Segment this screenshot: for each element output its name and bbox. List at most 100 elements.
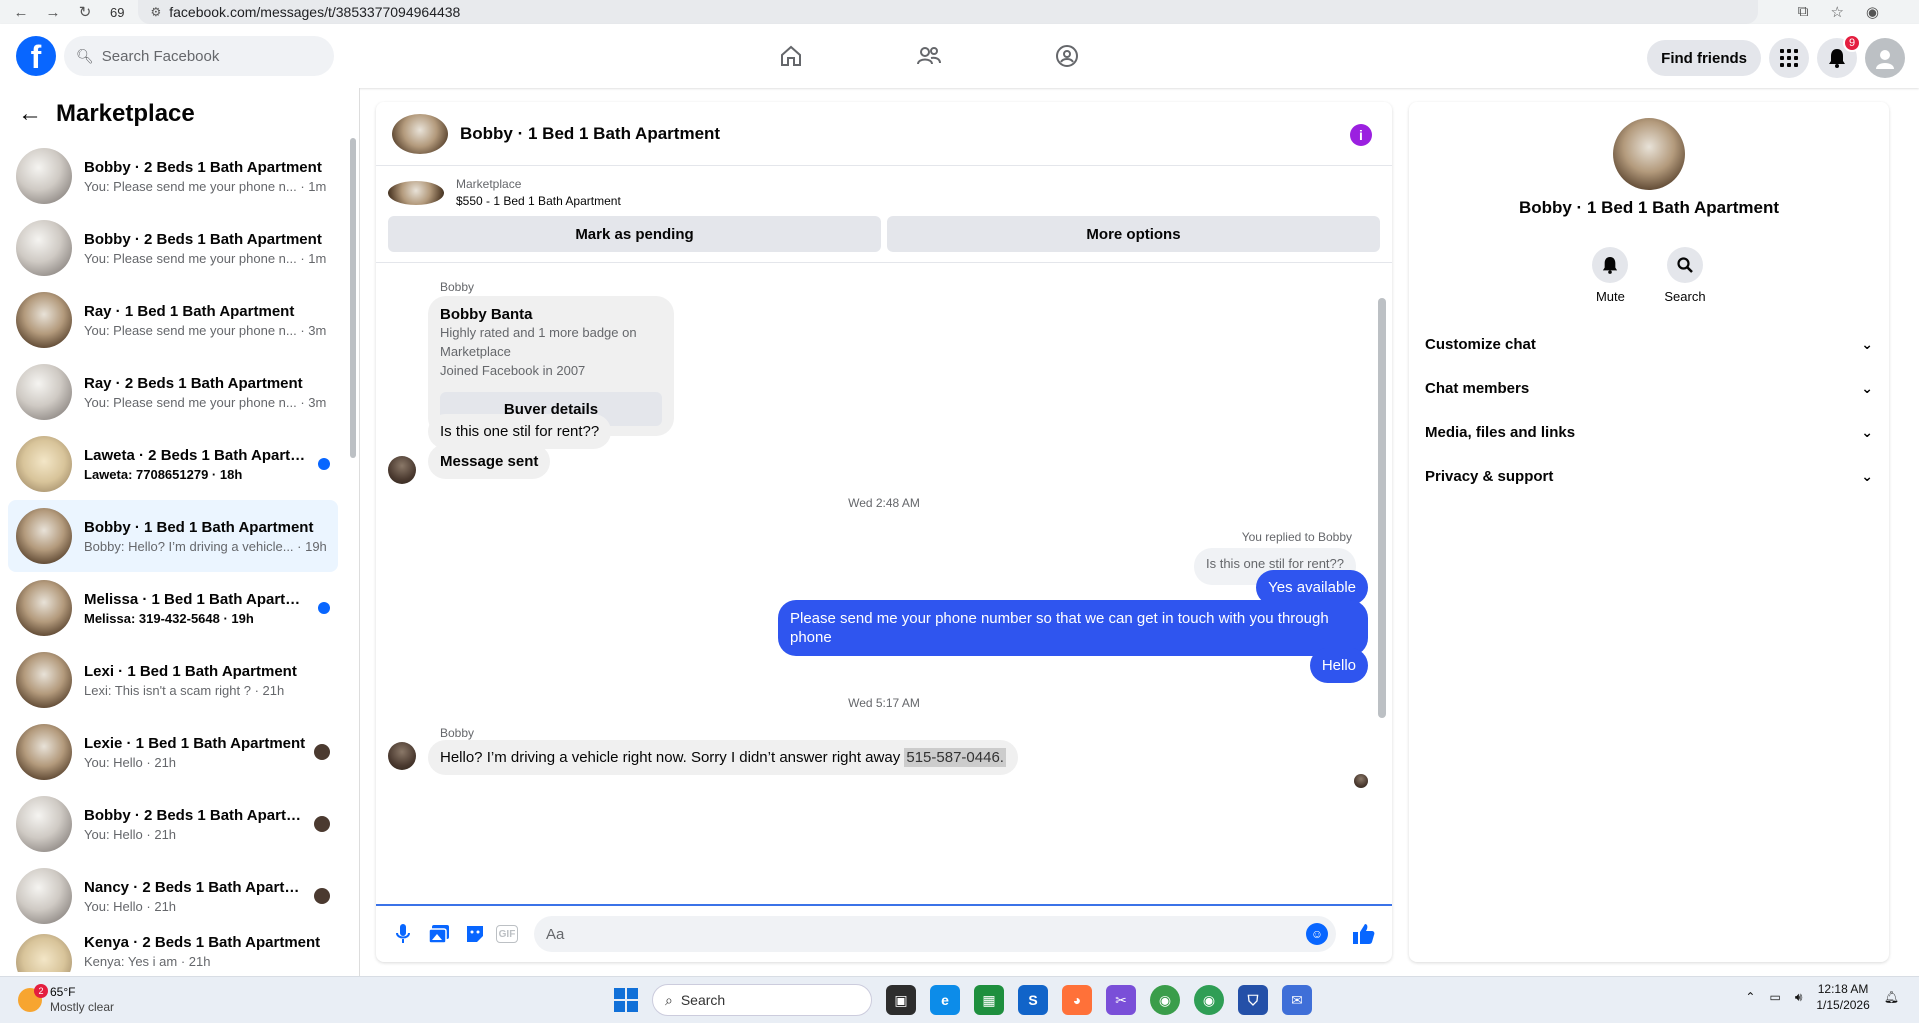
conversation-name: Bobby · 2 Beds 1 Bath Apartment [84, 230, 322, 248]
listing-thumbnail [16, 796, 72, 852]
sender-avatar[interactable] [388, 742, 416, 770]
reload-icon[interactable]: ↻ [74, 3, 96, 21]
more-options-button[interactable]: More options [887, 216, 1380, 252]
conversation-item[interactable]: Bobby · 2 Beds 1 Bath Apartm... You: Hell… [8, 788, 338, 860]
conversation-avatar[interactable] [1613, 118, 1685, 190]
menu-grid-icon[interactable] [1769, 38, 1809, 78]
clock[interactable]: 12:18 AM 1/15/2026 [1816, 981, 1869, 1013]
sidebar-scrollbar[interactable] [350, 138, 356, 458]
incoming-message[interactable]: Message sent [428, 444, 551, 479]
taskbar-search[interactable]: ⌕ Search [652, 984, 872, 1016]
conversation-item[interactable]: Laweta · 2 Beds 1 Bath Apartm... Laweta: … [8, 428, 338, 500]
install-icon[interactable]: ⧉ [1798, 3, 1809, 21]
privacy-support-section[interactable]: Privacy & support ⌄ [1425, 454, 1873, 498]
weather-sun-icon: 2 [18, 984, 48, 1012]
conversation-item[interactable]: Nancy · 2 Beds 1 Bath Apartm... You: Hell… [8, 860, 338, 932]
chrome-icon[interactable]: ◉ [1150, 985, 1180, 1015]
emoji-icon[interactable]: ☺ [1306, 923, 1328, 945]
conversation-item[interactable]: Melissa · 1 Bed 1 Bath Apartme... Melissa… [8, 572, 338, 644]
home-icon[interactable] [770, 36, 812, 76]
conversation-item-active[interactable]: Bobby · 1 Bed 1 Bath Apartment Bobby: Hel… [8, 500, 338, 572]
notification-center-icon[interactable]: 🔔︎ [1884, 990, 1899, 1004]
conversation-item[interactable]: Kenya · 2 Beds 1 Bath Apartment Kenya: Ye… [8, 932, 338, 972]
conversation-preview: Laweta: 7708651279 · 18h [84, 466, 243, 482]
outgoing-message[interactable]: Please send me your phone number so that… [778, 600, 1368, 656]
mark-as-pending-button[interactable]: Mark as pending [388, 216, 881, 252]
buyer-badge-text: Highly rated and 1 more badge on [440, 325, 637, 340]
messenger-app-icon[interactable]: ✉ [1282, 985, 1312, 1015]
thumbs-up-icon[interactable] [1346, 916, 1382, 952]
search-input[interactable]: 🔍︎ Search Facebook [64, 36, 334, 76]
conversation-name: Laweta · 2 Beds 1 Bath Apartm... [84, 446, 310, 464]
firefox-icon[interactable]: ◕ [1062, 985, 1092, 1015]
forward-icon[interactable]: → [42, 4, 64, 21]
media-files-links-section[interactable]: Media, files and links ⌄ [1425, 410, 1873, 454]
info-icon[interactable]: i [1350, 124, 1372, 146]
task-view-icon[interactable]: ▣ [886, 985, 916, 1015]
conversation-sidebar: ← Marketplace Bobby · 2 Beds 1 Bath Apar… [0, 88, 360, 976]
conversation-item[interactable]: Bobby · 2 Beds 1 Bath Apartment You: Plea… [8, 140, 338, 212]
conversation-item[interactable]: Lexi · 1 Bed 1 Bath Apartment Lexi: This … [8, 644, 338, 716]
customize-chat-section[interactable]: Customize chat ⌄ [1425, 322, 1873, 366]
conversation-name: Lexi · 1 Bed 1 Bath Apartment [84, 662, 297, 680]
outgoing-message[interactable]: Hello [1309, 648, 1368, 683]
conversation-item[interactable]: Ray · 2 Beds 1 Bath Apartment You: Please… [8, 356, 338, 428]
sticker-icon[interactable] [460, 919, 490, 949]
clock-time: 12:18 AM [1817, 982, 1869, 996]
network-icon[interactable]: ▭ [1769, 990, 1780, 1004]
conversation-name: Nancy · 2 Beds 1 Bath Apartm... [84, 878, 308, 896]
incoming-message[interactable]: Hello? I’m driving a vehicle right now. … [428, 740, 1018, 775]
tab-count[interactable]: 69 [110, 5, 124, 20]
url-text[interactable]: facebook.com/messages/t/3853377094964438 [169, 4, 460, 20]
back-arrow-icon[interactable]: ← [18, 100, 42, 128]
snipping-tool-icon[interactable]: ✂ [1106, 985, 1136, 1015]
photo-icon[interactable] [424, 919, 454, 949]
find-friends-button[interactable]: Find friends [1647, 40, 1761, 76]
chat-members-section[interactable]: Chat members ⌄ [1425, 366, 1873, 410]
listing-thumbnail[interactable] [388, 181, 444, 205]
timestamp: Wed 2:48 AM [848, 496, 920, 510]
weather-widget[interactable]: 2 65°F Mostly clear [18, 984, 114, 1015]
chat-scrollbar[interactable] [1378, 298, 1386, 718]
phone-number[interactable]: 515-587-0446. [904, 748, 1006, 767]
message-composer: GIF Aa ☺ [376, 904, 1392, 962]
listing-thumbnail [16, 220, 72, 276]
edge-browser-icon[interactable]: e [930, 985, 960, 1015]
groups-icon[interactable] [1046, 36, 1088, 76]
bell-icon [1592, 247, 1629, 283]
conversation-name: Melissa · 1 Bed 1 Bath Apartme... [84, 590, 310, 608]
chat-avatar[interactable] [392, 113, 448, 154]
gif-icon[interactable]: GIF [496, 925, 518, 943]
tray-overflow-icon[interactable]: ⌃ [1745, 990, 1755, 1004]
chat-title[interactable]: Bobby · 1 Bed 1 Bath Apartment [460, 124, 720, 144]
site-info-icon[interactable]: ⚙ [150, 5, 161, 19]
back-icon[interactable]: ← [10, 4, 32, 21]
message-input[interactable]: Aa ☺ [534, 916, 1336, 952]
vpn-shield-icon[interactable]: ⛉ [1238, 985, 1268, 1015]
friends-icon[interactable] [908, 36, 950, 76]
chevron-down-icon: ⌄ [1861, 379, 1873, 396]
listing-title[interactable]: $550 - 1 Bed 1 Bath Apartment [456, 193, 621, 210]
address-bar[interactable]: ⚙ facebook.com/messages/t/38533770949644… [138, 0, 1759, 24]
notifications-bell-icon[interactable]: 9 [1817, 34, 1861, 78]
spreadsheet-app-icon[interactable]: ▦ [974, 985, 1004, 1015]
profile-icon[interactable]: ◉ [1866, 3, 1879, 21]
windows-start-icon[interactable] [614, 988, 638, 1012]
chrome-profile-icon[interactable]: ◉ [1194, 985, 1224, 1015]
conversation-item[interactable]: Ray · 1 Bed 1 Bath Apartment You: Please … [8, 284, 338, 356]
conversation-item[interactable]: Lexie · 1 Bed 1 Bath Apartment You: Hello… [8, 716, 338, 788]
chevron-down-icon: ⌄ [1861, 423, 1873, 440]
sender-avatar[interactable] [388, 456, 416, 484]
microphone-icon[interactable] [388, 919, 418, 949]
conversation-item[interactable]: Bobby · 2 Beds 1 Bath Apartment You: Plea… [8, 212, 338, 284]
script-app-icon[interactable]: S [1018, 985, 1048, 1015]
account-avatar[interactable] [1865, 38, 1905, 78]
listing-thumbnail [16, 364, 72, 420]
volume-icon[interactable]: 🔊︎ [1795, 990, 1803, 1005]
mute-button[interactable]: Mute [1592, 247, 1629, 304]
bookmark-star-icon[interactable]: ☆ [1830, 3, 1843, 21]
search-icon: ⌕ [665, 991, 673, 1008]
search-in-chat-button[interactable]: Search [1664, 247, 1706, 304]
facebook-logo-icon[interactable]: f [16, 36, 56, 76]
sidebar-title: Marketplace [56, 100, 195, 127]
